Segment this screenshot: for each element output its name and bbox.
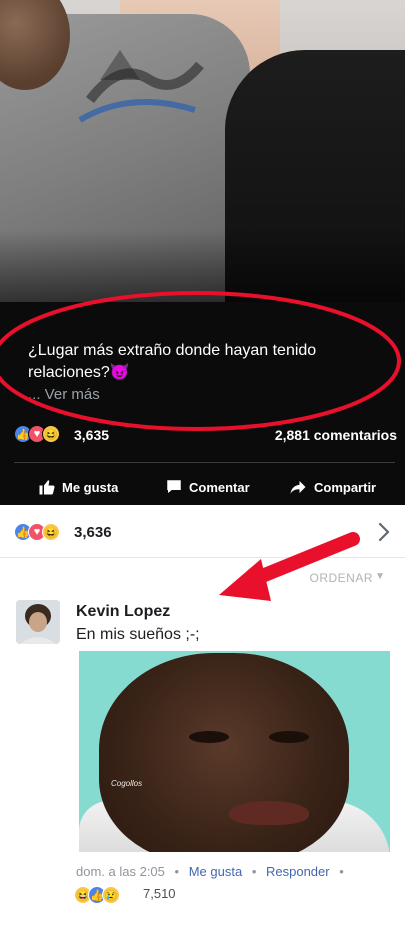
comment-time: dom. a las 2:05 [76,864,165,879]
separator: • [339,864,344,879]
post-caption: ¿Lugar más extraño donde hayan tenido re… [28,342,317,381]
sad-icon: 😢 [102,886,120,904]
haha-icon: 😆 [42,523,60,541]
reaction-icons: 👍 ♥ 😆 [14,522,74,542]
chevron-right-icon[interactable] [377,522,391,542]
post-photo[interactable] [0,0,405,302]
haha-icon: 😆 [42,425,60,443]
reaction-total: 3,636 [74,524,112,541]
reaction-icons[interactable]: 👍 ♥ 😆 [14,424,74,444]
post-actions: Me gusta Comentar Compartir [0,472,405,502]
comment-image[interactable]: Cogollos [79,651,390,852]
comment-reaction-icons[interactable]: 😆 👍 😢 [74,885,134,905]
comment-label: Comentar [189,479,250,495]
post-card: ¿Lugar más extraño donde hayan tenido re… [0,0,405,505]
comment-meta: dom. a las 2:05 • Me gusta • Responder • [76,864,350,879]
separator: • [174,864,180,879]
comment-like-link[interactable]: Me gusta [189,864,242,879]
see-more-link[interactable]: ... Ver más [28,386,100,403]
comment-button[interactable]: Comentar [165,478,250,496]
like-button[interactable]: Me gusta [38,478,118,496]
share-label: Compartir [314,479,377,495]
shirt-logo-icon [78,50,204,123]
like-label: Me gusta [62,479,119,495]
thumbs-up-icon [39,480,55,495]
chevron-down-icon[interactable]: ▼ [375,571,385,582]
reactions-summary-bar[interactable]: 👍 ♥ 😆 3,636 [0,514,405,550]
divider [14,462,395,463]
avatar[interactable] [16,600,60,644]
comment-reaction-count[interactable]: 7,510 [143,886,176,901]
comment-text: En mis sueños ;-; [76,626,200,643]
share-button[interactable]: Compartir [288,478,376,496]
comment-reply-link[interactable]: Responder [266,864,330,879]
share-icon [290,481,306,494]
separator: • [251,864,257,879]
sort-button[interactable]: ORDENAR [309,571,373,585]
comment-author[interactable]: Kevin Lopez [76,603,170,621]
comment-icon [167,480,181,493]
reaction-count[interactable]: 3,635 [74,427,109,443]
avatar-image [16,600,60,644]
divider [0,557,405,558]
comments-count[interactable]: 2,881 comentarios [275,427,397,443]
post-stats: 👍 ♥ 😆 3,635 2,881 comentarios [14,424,399,446]
image-watermark: Cogollos [111,779,143,788]
